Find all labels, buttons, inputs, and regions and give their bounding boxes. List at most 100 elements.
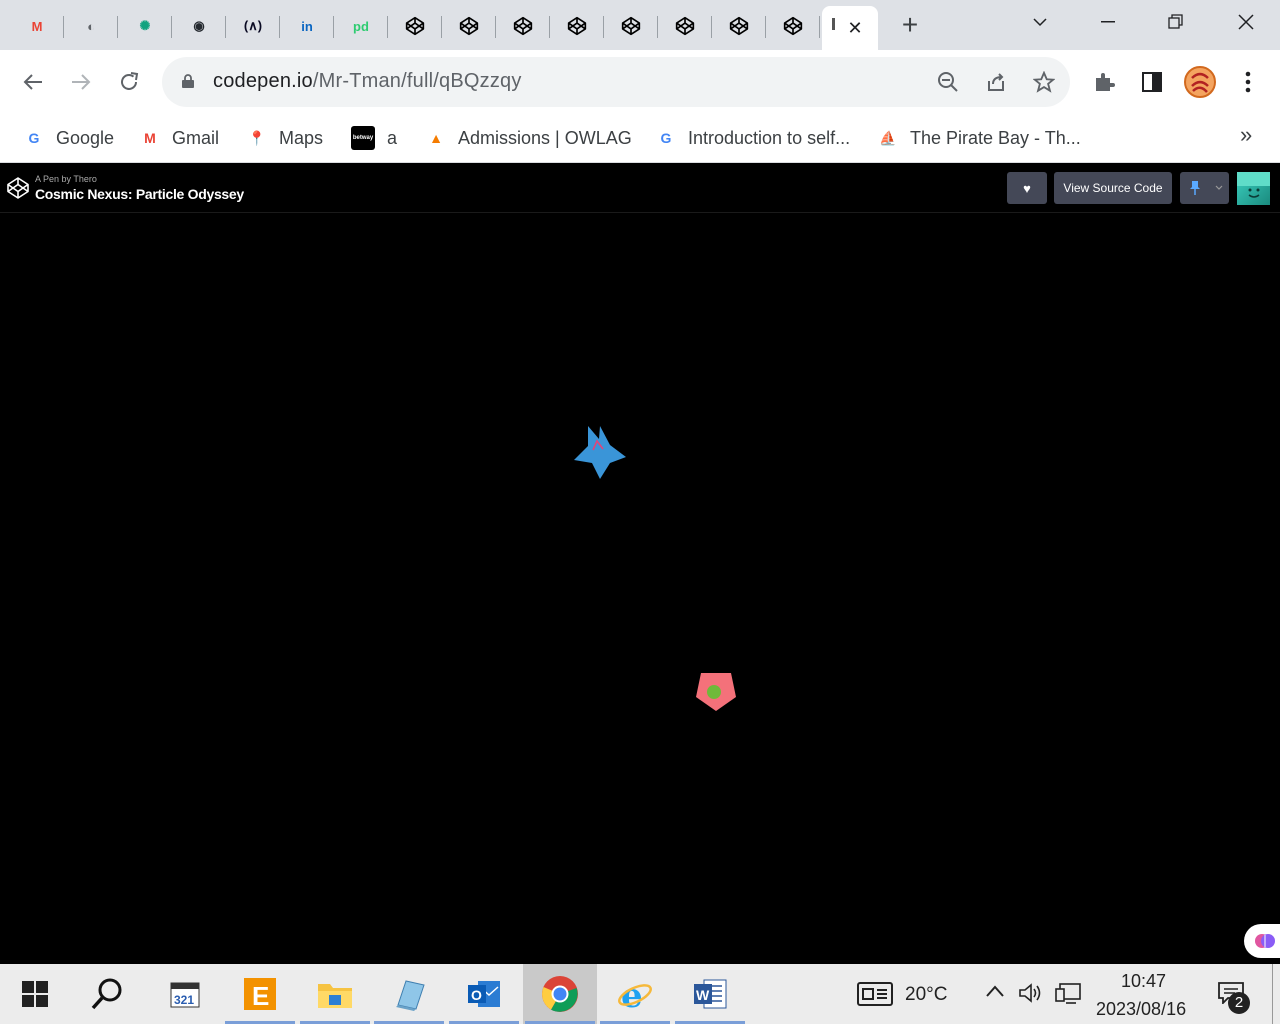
windows-taskbar: 321 E O e W 20°C 10:47 2023/08/16 2 [0,964,1280,1024]
maps-pin-icon: 📍 [248,129,266,146]
particle-canvas[interactable] [0,213,1280,964]
tab-9[interactable] [496,6,550,46]
show-desktop-strip[interactable] [1272,964,1273,1024]
tab-13[interactable] [712,6,766,46]
restore-icon[interactable] [1148,0,1204,44]
tab-12[interactable] [658,6,712,46]
bookmark-1[interactable]: M Gmail [140,124,219,152]
tab-close-icon[interactable]: ✕ [847,18,862,39]
e-app-icon[interactable]: E [223,964,297,1024]
bookmark-label: a [387,127,398,148]
tab-1[interactable]: ◐ [64,6,118,46]
bookmark-label: Google [56,127,115,148]
minimize-icon[interactable] [1080,0,1136,44]
media-player-icon[interactable]: 321 [148,964,222,1024]
globe-icon: ◐ [80,15,102,37]
close-window-icon[interactable] [1218,0,1274,44]
network-icon[interactable] [1054,982,1082,1011]
codepen-logo-icon[interactable] [6,176,30,200]
heart-button[interactable]: ♥ [1007,172,1047,204]
svg-text:321: 321 [174,993,194,1007]
codepen-icon [404,15,426,37]
zoom-icon[interactable] [935,69,961,95]
github-icon: ◉ [188,15,210,37]
chevron-down-icon [1215,185,1223,190]
tab-3[interactable]: ◉ [172,6,226,46]
tab-search-icon[interactable] [1012,0,1068,44]
clock-time[interactable]: 10:47 [1121,971,1166,992]
bookmark-0[interactable]: G Google [24,124,115,152]
address-bar[interactable]: codepen.io/Mr-Tman/full/qBQzzqy [162,57,1070,107]
new-tab-button[interactable]: + [896,10,924,40]
codepen-icon [728,15,750,37]
clock-date[interactable]: 2023/08/16 [1096,999,1186,1020]
chrome-menu-icon[interactable] [1232,66,1264,98]
pin-button[interactable] [1180,172,1229,204]
weather-temp[interactable]: 20°C [905,984,947,1006]
start-icon[interactable] [0,964,70,1024]
freecodecamp-icon: (∧) [242,15,264,37]
reload-icon[interactable] [113,66,145,98]
notifications-icon[interactable]: 2 [1218,982,1254,1016]
svg-text:W: W [696,987,710,1003]
tab-14[interactable] [766,6,820,46]
tab-favicon-partial [832,18,835,30]
word-icon[interactable]: W [673,964,747,1024]
tab-6[interactable]: pd [334,6,388,46]
file-explorer-icon[interactable] [298,964,372,1024]
volume-icon[interactable] [1018,982,1044,1009]
share-icon[interactable] [983,69,1009,95]
svg-text:E: E [252,981,269,1011]
tab-5[interactable]: in [280,6,334,46]
gmail-icon: M [144,130,156,146]
active-tab[interactable]: ✕ [822,6,878,50]
notepad-icon[interactable] [372,964,446,1024]
tab-2[interactable]: ✺ [118,6,172,46]
user-avatar[interactable] [1237,172,1270,205]
bookmark-label: The Pirate Bay - Th... [910,127,1081,148]
view-source-button[interactable]: View Source Code [1054,172,1172,204]
heart-icon: ♥ [1023,180,1031,196]
blue-star-particle [574,426,626,479]
brain-extension-icon[interactable] [1244,924,1280,958]
tab-7[interactable] [388,6,442,46]
bookmark-2[interactable]: 📍 Maps [247,124,323,152]
bookmarks-overflow-icon[interactable]: » [1240,122,1252,148]
tab-separator [819,16,820,38]
pen-author[interactable]: A Pen by Thero [35,174,97,184]
pd-glyph: pd [353,18,369,34]
google-icon: G [660,130,672,146]
tab-0[interactable]: M [10,6,64,46]
weather-icon[interactable] [857,982,893,1011]
forward-icon[interactable] [65,66,97,98]
side-panel-icon[interactable] [1136,66,1168,98]
bookmark-4[interactable]: ▲ Admissions | OWLAG [426,124,632,152]
chatgpt-icon: ✺ [134,15,156,37]
tab-10[interactable] [550,6,604,46]
freecodecamp-glyph: (∧) [243,18,263,33]
tab-4[interactable]: (∧) [226,6,280,46]
tab-8[interactable] [442,6,496,46]
bookmark-label: Introduction to self... [688,127,851,148]
browser-toolbar: codepen.io/Mr-Tman/full/qBQzzqy [0,50,1280,114]
bookmark-star-icon[interactable] [1031,69,1057,95]
tab-11[interactable] [604,6,658,46]
bookmark-3[interactable]: betway a [351,124,397,152]
pirate-ship-icon: ⛵ [879,129,897,146]
extensions-icon[interactable] [1088,66,1120,98]
search-icon[interactable] [70,964,144,1024]
outlook-icon[interactable]: O [447,964,521,1024]
bookmark-5[interactable]: G Introduction to self... [656,124,851,152]
profile-avatar-icon[interactable] [1184,66,1216,98]
github-glyph: ◉ [193,18,205,33]
tray-chevron-icon[interactable] [985,984,1005,1003]
bookmark-label: Admissions | OWLAG [458,127,632,148]
url-text[interactable]: codepen.io/Mr-Tman/full/qBQzzqy [213,70,522,93]
lock-icon[interactable] [182,74,194,88]
google-icon: G [28,130,40,146]
chrome-icon[interactable] [523,964,597,1024]
url-path: /Mr-Tman/full/qBQzzqy [312,70,522,92]
ie-icon[interactable]: e [598,964,672,1024]
back-icon[interactable] [17,66,49,98]
bookmark-6[interactable]: ⛵ The Pirate Bay - Th... [878,124,1081,152]
